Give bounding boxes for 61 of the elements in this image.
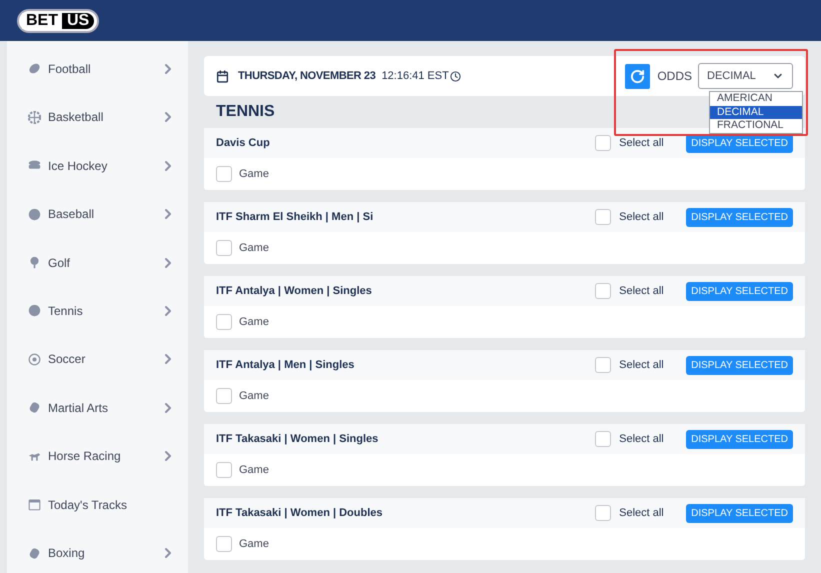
sidebar-item[interactable]: Ice Hockey [7, 146, 188, 186]
select-all-label: Select all [619, 358, 665, 373]
checkbox[interactable] [595, 135, 612, 151]
checkbox[interactable] [216, 388, 232, 404]
checkbox[interactable] [595, 283, 612, 299]
select-all-label: Select all [619, 432, 665, 447]
league-name: ITF Takasaki | Women | Doubles [216, 506, 384, 521]
sidebar-item[interactable]: Today's Tracks [7, 484, 188, 525]
odds-option[interactable]: FRACTIONAL [710, 119, 802, 132]
checkbox[interactable] [216, 462, 232, 478]
game-label: Game [239, 314, 269, 330]
football-icon [28, 62, 41, 76]
league-name: Davis Cup [216, 136, 271, 151]
basketball-icon [28, 110, 41, 124]
sidebar-item[interactable]: Baseball [7, 194, 188, 234]
select-all-label: Select all [619, 284, 665, 299]
sidebar-item[interactable]: Boxing [7, 533, 188, 573]
checkbox[interactable] [595, 505, 612, 521]
soccer-ball-icon [28, 352, 41, 366]
refresh-icon [630, 68, 646, 84]
odds-option[interactable]: AMERICAN [710, 92, 802, 106]
calendar-icon [216, 70, 229, 82]
checkbox[interactable] [216, 166, 232, 182]
select-all-label: Select all [619, 210, 665, 225]
golf-tee-icon [28, 256, 41, 270]
sidebar-item[interactable]: Football [7, 49, 188, 89]
select-all-label: Select all [619, 506, 665, 521]
league-name: ITF Antalya | Women | Singles [216, 284, 373, 299]
sidebar-item[interactable]: Tennis [7, 291, 188, 331]
game-label: Game [239, 536, 269, 552]
section-title: TENNIS [216, 102, 275, 122]
calendar-icon [28, 498, 41, 512]
odds-option[interactable]: DECIMAL [710, 106, 802, 119]
league-name: ITF Takasaki | Women | Singles [216, 432, 380, 447]
time-text: 12:16:41 EST [382, 68, 449, 84]
checkbox[interactable] [216, 314, 232, 330]
date-text: THURSDAY, NOVEMBER 23 [238, 68, 376, 84]
ball-icon [28, 304, 41, 318]
ball-icon [28, 208, 41, 221]
game-label: Game [239, 388, 269, 404]
checkbox[interactable] [595, 209, 612, 225]
odds-select[interactable]: DECIMAL [698, 63, 793, 89]
checkbox[interactable] [216, 240, 232, 256]
sidebar-item[interactable]: Golf [7, 242, 188, 283]
clock-icon [450, 70, 461, 82]
select-all-label: Select all [619, 136, 665, 151]
league-name: ITF Antalya | Men | Singles [216, 358, 356, 373]
refresh-button[interactable] [625, 64, 650, 88]
game-label: Game [239, 166, 269, 182]
odds-label: ODDS [657, 68, 692, 85]
sidebar-item[interactable]: Basketball [7, 97, 188, 138]
sidebar-item[interactable]: Martial Arts [7, 388, 188, 428]
checkbox[interactable] [595, 431, 612, 447]
sidebar-item[interactable]: Soccer [7, 339, 188, 380]
logo[interactable]: BET US [17, 8, 100, 32]
sidebar-item[interactable]: Horse Racing [7, 436, 188, 476]
checkbox[interactable] [216, 536, 232, 552]
game-label: Game [239, 462, 269, 478]
league-name: ITF Sharm El Sheikh | Men | Si [216, 210, 374, 225]
game-label: Game [239, 240, 269, 256]
checkbox[interactable] [595, 357, 612, 373]
